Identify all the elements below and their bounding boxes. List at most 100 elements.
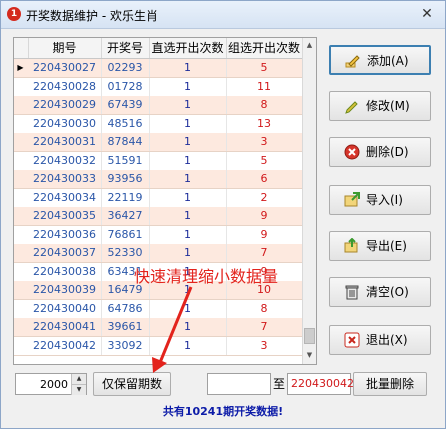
cell-group-count[interactable]: 6 xyxy=(226,170,303,188)
close-button[interactable]: ✕ xyxy=(417,5,437,23)
clear-button[interactable]: 清空(O) xyxy=(329,277,431,307)
cell-group-count[interactable]: 2 xyxy=(226,188,303,207)
cell-direct-count[interactable]: 1 xyxy=(149,151,227,170)
from-period-input[interactable] xyxy=(207,373,271,395)
cell-direct-count[interactable]: 1 xyxy=(149,77,227,96)
cell-period[interactable]: 220430037 xyxy=(28,244,102,262)
cell-direct-count[interactable]: 1 xyxy=(149,114,227,133)
cell-group-count[interactable]: 8 xyxy=(226,299,303,318)
cell-draw-number[interactable]: 93956 xyxy=(101,170,150,188)
cell-direct-count[interactable]: 1 xyxy=(149,133,227,151)
export-button[interactable]: 导出(E) xyxy=(329,231,431,261)
cell-draw-number[interactable]: 48516 xyxy=(101,114,150,133)
table-row[interactable]: 220430035 36427 1 9 xyxy=(14,207,303,226)
lottery-data-grid[interactable]: 期号 开奖号 直选开出次数 组选开出次数 ▶ 220430027 02293 1 5 22… xyxy=(13,37,317,365)
cell-group-count[interactable]: 7 xyxy=(226,318,303,336)
cell-draw-number[interactable]: 33092 xyxy=(101,336,150,355)
cell-direct-count[interactable]: 1 xyxy=(149,225,227,244)
cell-direct-count[interactable]: 1 xyxy=(149,207,227,225)
cell-draw-number[interactable]: 67439 xyxy=(101,96,150,114)
cell-draw-number[interactable]: 76861 xyxy=(101,225,150,244)
header-period[interactable]: 期号 xyxy=(28,38,102,58)
table-row[interactable]: 220430031 87844 1 3 xyxy=(14,133,303,152)
delete-button[interactable]: 删除(D) xyxy=(329,137,431,167)
cell-draw-number[interactable]: 64786 xyxy=(101,299,150,318)
cell-direct-count[interactable]: 1 xyxy=(149,336,227,355)
table-row[interactable]: 220430029 67439 1 8 xyxy=(14,96,303,115)
cell-period[interactable]: 220430040 xyxy=(28,299,102,318)
cell-direct-count[interactable]: 1 xyxy=(149,59,227,77)
table-row[interactable]: ▶ 220430027 02293 1 5 xyxy=(14,59,303,78)
table-row[interactable]: 220430028 01728 1 11 xyxy=(14,77,303,97)
table-row[interactable]: 220430032 51591 1 5 xyxy=(14,151,303,171)
cell-group-count[interactable]: 7 xyxy=(226,244,303,262)
keep-count-stepper[interactable]: ▲ ▼ xyxy=(15,373,87,395)
cell-direct-count[interactable]: 1 xyxy=(149,244,227,262)
cell-period[interactable]: 220430032 xyxy=(28,151,102,170)
cell-direct-count[interactable]: 1 xyxy=(149,188,227,207)
cell-period[interactable]: 220430041 xyxy=(28,318,102,336)
cell-group-count[interactable]: 9 xyxy=(226,207,303,225)
batch-delete-button[interactable]: 批量删除 xyxy=(353,372,427,396)
cell-group-count[interactable]: 3 xyxy=(226,133,303,151)
cell-draw-number[interactable]: 39661 xyxy=(101,318,150,336)
cell-direct-count[interactable]: 1 xyxy=(149,96,227,114)
header-draw-number[interactable]: 开奖号 xyxy=(101,38,150,58)
cell-group-count[interactable]: 9 xyxy=(226,225,303,244)
status-text: 共有10241期开奖数据! xyxy=(162,405,284,418)
cell-group-count[interactable]: 8 xyxy=(226,96,303,114)
scroll-up-arrow-icon[interactable]: ▲ xyxy=(303,38,316,52)
header-group-count[interactable]: 组选开出次数 xyxy=(226,38,303,58)
cell-group-count[interactable]: 5 xyxy=(226,151,303,170)
table-row[interactable]: 220430033 93956 1 6 xyxy=(14,170,303,189)
vertical-scrollbar[interactable]: ▲ ▼ xyxy=(302,38,316,364)
table-row[interactable]: 220430030 48516 1 13 xyxy=(14,114,303,134)
to-period-input[interactable]: 220430042 xyxy=(287,373,354,395)
cell-draw-number[interactable]: 51591 xyxy=(101,151,150,170)
cell-draw-number[interactable]: 87844 xyxy=(101,133,150,151)
cell-period[interactable]: 220430029 xyxy=(28,96,102,114)
cell-draw-number[interactable]: 02293 xyxy=(101,59,150,77)
cell-period[interactable]: 220430033 xyxy=(28,170,102,188)
cell-group-count[interactable]: 11 xyxy=(226,77,303,96)
cell-period[interactable]: 220430030 xyxy=(28,114,102,133)
cell-draw-number[interactable]: 52330 xyxy=(101,244,150,262)
scroll-down-arrow-icon[interactable]: ▼ xyxy=(303,348,316,362)
cell-period[interactable]: 220430031 xyxy=(28,133,102,151)
cell-group-count[interactable]: 13 xyxy=(226,114,303,133)
cell-draw-number[interactable]: 36427 xyxy=(101,207,150,225)
add-button[interactable]: 添加(A) xyxy=(329,45,431,75)
cell-period[interactable]: 220430038 xyxy=(28,262,102,281)
cell-period[interactable]: 220430027 xyxy=(28,59,102,77)
cell-group-count[interactable]: 5 xyxy=(226,59,303,77)
header-direct-count[interactable]: 直选开出次数 xyxy=(149,38,227,58)
row-indicator xyxy=(14,300,27,318)
table-row[interactable]: 220430040 64786 1 8 xyxy=(14,299,303,319)
scroll-thumb[interactable] xyxy=(304,328,315,344)
cell-period[interactable]: 220430035 xyxy=(28,207,102,225)
cell-period[interactable]: 220430036 xyxy=(28,225,102,244)
cell-direct-count[interactable]: 1 xyxy=(149,170,227,188)
cell-period[interactable]: 220430028 xyxy=(28,77,102,96)
stepper-down-icon[interactable]: ▼ xyxy=(71,384,86,395)
table-row[interactable]: 220430037 52330 1 7 xyxy=(14,244,303,263)
keep-periods-button[interactable]: 仅保留期数 xyxy=(93,372,171,396)
table-row[interactable]: 220430036 76861 1 9 xyxy=(14,225,303,245)
cell-direct-count[interactable]: 1 xyxy=(149,299,227,318)
cell-period[interactable]: 220430039 xyxy=(28,281,102,299)
stepper-up-icon[interactable]: ▲ xyxy=(71,374,86,384)
cell-draw-number[interactable]: 22119 xyxy=(101,188,150,207)
cell-period[interactable]: 220430042 xyxy=(28,336,102,355)
exit-button[interactable]: 退出(X) xyxy=(329,325,431,355)
table-row[interactable]: 220430034 22119 1 2 xyxy=(14,188,303,208)
import-button[interactable]: 导入(I) xyxy=(329,185,431,215)
edit-button[interactable]: 修改(M) xyxy=(329,91,431,121)
table-row[interactable]: 220430042 33092 1 3 xyxy=(14,336,303,356)
cell-period[interactable]: 220430034 xyxy=(28,188,102,207)
keep-count-input[interactable] xyxy=(18,376,68,392)
cell-group-count[interactable]: 3 xyxy=(226,336,303,355)
table-row[interactable]: 220430041 39661 1 7 xyxy=(14,318,303,337)
row-indicator xyxy=(14,281,27,299)
cell-direct-count[interactable]: 1 xyxy=(149,318,227,336)
cell-draw-number[interactable]: 01728 xyxy=(101,77,150,96)
